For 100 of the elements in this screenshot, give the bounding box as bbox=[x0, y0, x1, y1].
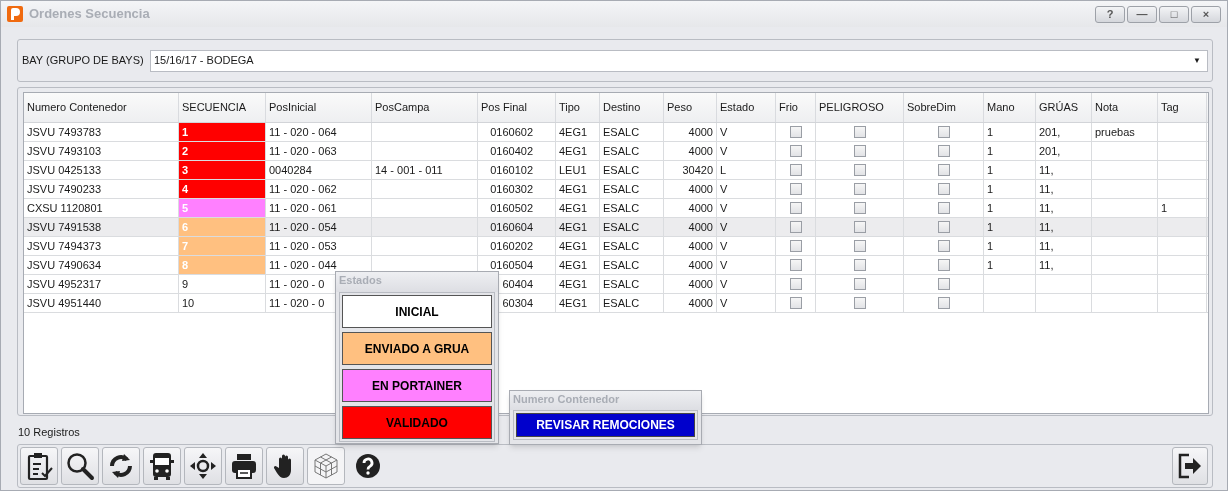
dropdown-arrow-icon: ▼ bbox=[1193, 54, 1201, 67]
checkbox[interactable] bbox=[937, 259, 950, 271]
column-header[interactable]: Estado bbox=[717, 93, 776, 122]
table-row[interactable]: JSVU 7490233 4 11 - 020 - 062 0160302 4EG1 ESALC 4000 V 1 11, bbox=[24, 180, 1208, 199]
clipboard-check-icon[interactable] bbox=[20, 447, 58, 485]
table-row[interactable]: JSVU 7490634 8 11 - 020 - 044 0160504 4EG1 ESALC 4000 V 1 11, bbox=[24, 256, 1208, 275]
table-cell: 14 - 001 - 011 bbox=[372, 161, 478, 179]
status-button[interactable]: VALIDADO bbox=[342, 406, 492, 439]
checkbox[interactable] bbox=[789, 126, 802, 138]
checkbox[interactable] bbox=[789, 221, 802, 233]
move-arrows-icon[interactable] bbox=[184, 447, 222, 485]
table-cell: 4EG1 bbox=[556, 237, 600, 255]
sequence-cell: 1 bbox=[179, 123, 266, 141]
column-header[interactable]: SobreDim bbox=[904, 93, 984, 122]
table-row[interactable]: CXSU 1120801 5 11 - 020 - 061 0160502 4EG1 ESALC 4000 V 1 11, 1 bbox=[24, 199, 1208, 218]
checkbox[interactable] bbox=[853, 183, 866, 195]
column-header[interactable]: Frio bbox=[776, 93, 816, 122]
bay-dropdown[interactable]: 15/16/17 - BODEGA ▼ bbox=[150, 49, 1208, 72]
checkbox[interactable] bbox=[789, 183, 802, 195]
table-cell: 1 bbox=[984, 180, 1036, 198]
checkbox[interactable] bbox=[853, 297, 866, 309]
cube-icon[interactable] bbox=[307, 447, 345, 485]
refresh-icon[interactable] bbox=[102, 447, 140, 485]
checkbox[interactable] bbox=[937, 297, 950, 309]
column-header[interactable]: SECUENCIA bbox=[179, 93, 266, 122]
table-cell: 4EG1 bbox=[556, 199, 600, 217]
checkbox[interactable] bbox=[937, 164, 950, 176]
table-cell: 11, bbox=[1036, 161, 1092, 179]
checkbox[interactable] bbox=[789, 164, 802, 176]
checkbox[interactable] bbox=[789, 240, 802, 252]
table-cell: 1 bbox=[1158, 199, 1207, 217]
table-cell: 4000 bbox=[664, 142, 717, 160]
checkbox[interactable] bbox=[937, 221, 950, 233]
table-cell: V bbox=[717, 294, 776, 312]
table-cell: 11, bbox=[1036, 218, 1092, 236]
column-header[interactable]: Destino bbox=[600, 93, 664, 122]
table-cell: ESALC bbox=[600, 218, 664, 236]
search-icon[interactable] bbox=[61, 447, 99, 485]
column-header[interactable]: PosCampa bbox=[372, 93, 478, 122]
column-header[interactable]: GRÚAS bbox=[1036, 93, 1092, 122]
checkbox[interactable] bbox=[853, 164, 866, 176]
hand-icon[interactable] bbox=[266, 447, 304, 485]
table-cell: 4EG1 bbox=[556, 218, 600, 236]
table-cell: V bbox=[717, 123, 776, 141]
checkbox[interactable] bbox=[853, 221, 866, 233]
table-cell: 4EG1 bbox=[556, 142, 600, 160]
sequence-cell: 9 bbox=[179, 275, 266, 293]
column-header[interactable]: Mano bbox=[984, 93, 1036, 122]
checkbox[interactable] bbox=[789, 278, 802, 290]
table-cell: 0160604 bbox=[478, 218, 556, 236]
checkbox[interactable] bbox=[789, 145, 802, 157]
table-row[interactable]: JSVU 7493103 2 11 - 020 - 063 0160402 4EG1 ESALC 4000 V 1 201, bbox=[24, 142, 1208, 161]
maximize-button[interactable]: □ bbox=[1159, 5, 1189, 23]
checkbox[interactable] bbox=[789, 297, 802, 309]
column-header[interactable]: Tipo bbox=[556, 93, 600, 122]
table-cell: 11, bbox=[1036, 256, 1092, 274]
status-button[interactable]: EN PORTAINER bbox=[342, 369, 492, 402]
close-button[interactable]: × bbox=[1191, 5, 1221, 23]
table-row[interactable]: JSVU 7494373 7 11 - 020 - 053 0160202 4EG1 ESALC 4000 V 1 11, bbox=[24, 237, 1208, 256]
status-button[interactable]: ENVIADO A GRUA bbox=[342, 332, 492, 365]
table-row[interactable]: JSVU 0425133 3 0040284 14 - 001 - 011 0160102 LEU1 ESALC 30420 L 1 11, bbox=[24, 161, 1208, 180]
review-button[interactable]: REVISAR REMOCIONES bbox=[516, 413, 695, 437]
truck-icon[interactable] bbox=[143, 447, 181, 485]
sequence-cell: 2 bbox=[179, 142, 266, 160]
checkbox[interactable] bbox=[853, 126, 866, 138]
table-row[interactable]: JSVU 7491538 6 11 - 020 - 054 0160604 4EG1 ESALC 4000 V 1 11, bbox=[24, 218, 1208, 237]
column-header[interactable]: Tag bbox=[1158, 93, 1207, 122]
checkbox[interactable] bbox=[937, 240, 950, 252]
checkbox[interactable] bbox=[853, 202, 866, 214]
table-row[interactable]: JSVU 7493783 1 11 - 020 - 064 0160602 4EG1 ESALC 4000 V 1 201, pruebas bbox=[24, 123, 1208, 142]
column-header[interactable]: PosInicial bbox=[266, 93, 372, 122]
printer-icon[interactable] bbox=[225, 447, 263, 485]
checkbox[interactable] bbox=[853, 278, 866, 290]
checkbox[interactable] bbox=[937, 126, 950, 138]
checkbox[interactable] bbox=[853, 240, 866, 252]
popup-title: Estados bbox=[336, 272, 498, 292]
checkbox[interactable] bbox=[937, 202, 950, 214]
table-cell: 0040284 bbox=[266, 161, 372, 179]
column-header[interactable]: Pos Final bbox=[478, 93, 556, 122]
checkbox[interactable] bbox=[853, 259, 866, 271]
checkbox[interactable] bbox=[853, 145, 866, 157]
help-button[interactable]: ? bbox=[1095, 5, 1125, 23]
table-cell: 11, bbox=[1036, 237, 1092, 255]
app-logo-icon bbox=[7, 6, 23, 22]
checkbox[interactable] bbox=[789, 202, 802, 214]
column-header[interactable]: Peso bbox=[664, 93, 717, 122]
checkbox[interactable] bbox=[937, 278, 950, 290]
column-header[interactable]: Numero Contenedor bbox=[24, 93, 179, 122]
checkbox[interactable] bbox=[789, 259, 802, 271]
minimize-button[interactable]: — bbox=[1127, 5, 1157, 23]
table-cell: 11 - 020 - 061 bbox=[266, 199, 372, 217]
table-cell: V bbox=[717, 199, 776, 217]
checkbox[interactable] bbox=[937, 183, 950, 195]
column-header[interactable]: PELIGROSO bbox=[816, 93, 904, 122]
exit-button[interactable] bbox=[1172, 447, 1208, 485]
checkbox[interactable] bbox=[937, 145, 950, 157]
column-header[interactable]: Nota bbox=[1092, 93, 1158, 122]
status-button[interactable]: INICIAL bbox=[342, 295, 492, 328]
table-cell: 201, bbox=[1036, 123, 1092, 141]
sequence-cell: 4 bbox=[179, 180, 266, 198]
